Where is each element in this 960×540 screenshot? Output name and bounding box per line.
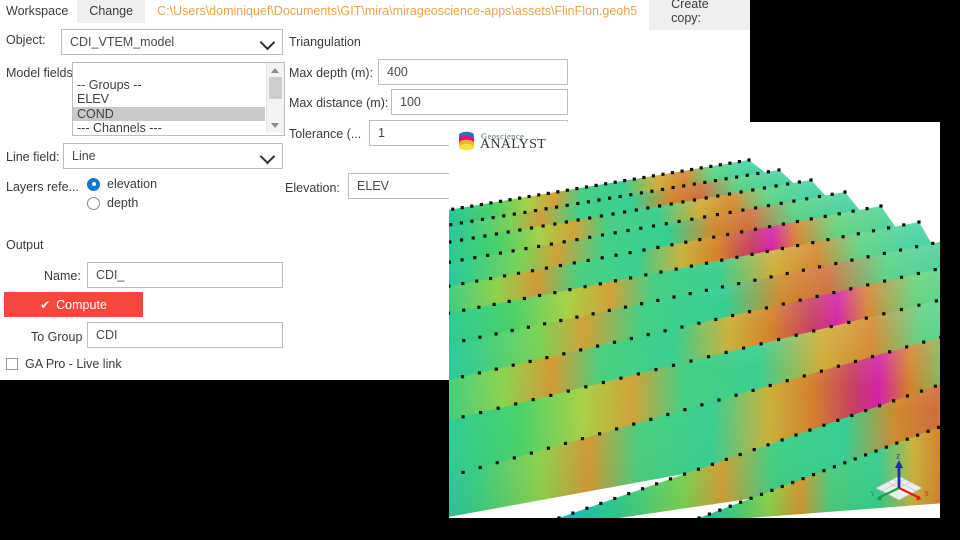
z-axis-label: Z: [896, 453, 900, 461]
compute-button[interactable]: ✔ Compute: [4, 292, 143, 317]
list-item[interactable]: --- Channels ---: [73, 121, 265, 135]
3d-model-scene[interactable]: [449, 122, 940, 518]
list-item[interactable]: [73, 63, 265, 78]
axis-gizmo[interactable]: X Y Z: [868, 452, 930, 510]
chevron-down-icon: [259, 34, 276, 51]
radio-depth-icon[interactable]: [87, 196, 100, 210]
model-fields-listbox[interactable]: -- Groups -- ELEV COND --- Channels ---: [72, 62, 285, 136]
radio-elevation-label: elevation: [107, 177, 158, 191]
y-axis-label: Y: [870, 490, 875, 498]
tolerance-label: Tolerance (...: [289, 127, 362, 141]
radio-depth-label: depth: [107, 196, 139, 210]
list-item[interactable]: ELEV: [73, 92, 265, 107]
scrollbar-thumb[interactable]: [269, 77, 282, 99]
radio-elevation-icon[interactable]: [87, 177, 100, 191]
line-field-value: Line: [72, 149, 96, 163]
live-link-checkbox-row[interactable]: GA Pro - Live link: [6, 357, 122, 371]
output-name-input[interactable]: [87, 262, 283, 288]
line-field-select[interactable]: Line: [63, 143, 283, 169]
scroll-down-icon[interactable]: [271, 123, 279, 128]
object-select-value: CDI_VTEM_model: [70, 35, 175, 49]
to-group-label: To Group: [31, 330, 83, 344]
logo-text: Geoscience ANALYST: [480, 132, 546, 153]
checkbox-icon[interactable]: [6, 358, 18, 370]
change-workspace-button[interactable]: Change: [77, 0, 146, 23]
max-depth-label: Max depth (m):: [289, 66, 374, 80]
triangulation-label: Triangulation: [289, 35, 361, 49]
list-item[interactable]: -- Groups --: [73, 78, 265, 93]
geoscience-analyst-logo: Geoscience ANALYST: [458, 131, 546, 153]
3d-viewport[interactable]: Geoscience ANALYST X Y Z: [449, 122, 940, 518]
check-icon: ✔: [40, 297, 51, 312]
max-distance-input[interactable]: [391, 89, 568, 115]
workspace-path: C:\Users\dominiquef\Documents\GIT\mira\m…: [157, 4, 638, 18]
geoscience-analyst-logo-icon: [459, 131, 474, 151]
logo-line2: ANALYST: [480, 137, 547, 153]
to-group-input[interactable]: [87, 322, 283, 348]
radio-option-depth[interactable]: depth: [87, 196, 157, 210]
listbox-scrollbar[interactable]: [266, 63, 284, 133]
max-distance-label: Max distance (m):: [289, 96, 389, 110]
live-link-label: GA Pro - Live link: [25, 357, 122, 371]
model-fields-label: Model fields:: [6, 66, 77, 80]
x-axis-label: X: [924, 490, 929, 498]
app-window: Workspace Change C:\Users\dominiquef\Doc…: [0, 0, 960, 540]
chevron-down-icon: [259, 148, 276, 165]
workspace-label: Workspace: [6, 4, 69, 18]
radio-option-elevation[interactable]: elevation: [87, 177, 157, 191]
output-section-label: Output: [6, 238, 44, 252]
max-depth-input[interactable]: [378, 59, 568, 85]
workspace-toolbar: Workspace Change C:\Users\dominiquef\Doc…: [0, 0, 750, 30]
model-fields-items: -- Groups -- ELEV COND --- Channels ---: [73, 63, 265, 135]
object-select[interactable]: CDI_VTEM_model: [61, 29, 283, 55]
compute-button-label: Compute: [56, 297, 107, 312]
layers-reference-label: Layers refe...: [6, 180, 79, 194]
object-label: Object:: [6, 33, 46, 47]
line-field-label: Line field:: [6, 150, 60, 164]
create-copy-button[interactable]: Create copy:: [649, 0, 750, 30]
elevation-label: Elevation:: [285, 181, 340, 195]
list-item-selected[interactable]: COND: [73, 106, 265, 121]
output-name-label: Name:: [44, 269, 81, 283]
scroll-up-icon[interactable]: [271, 68, 279, 73]
layers-reference-radiogroup: elevation depth: [87, 177, 157, 215]
